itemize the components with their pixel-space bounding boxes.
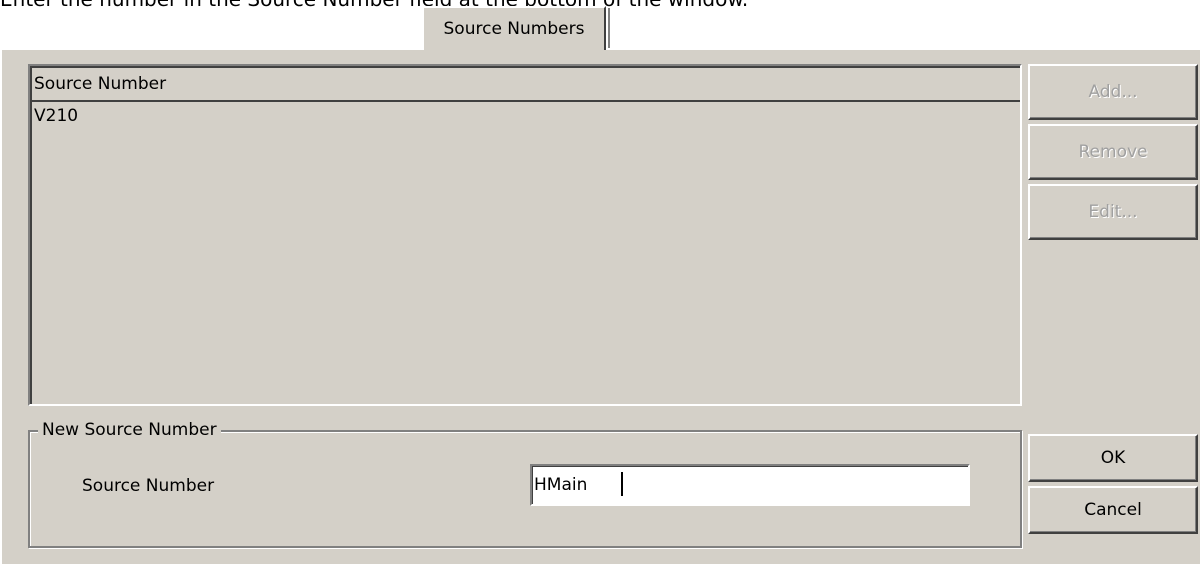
- ok-button[interactable]: OK: [1028, 434, 1198, 482]
- tab-source-numbers[interactable]: Source Numbers: [422, 6, 610, 50]
- tab-panel-source-numbers: Source Number V210 Add... Remove Edit...…: [0, 48, 1200, 564]
- add-button[interactable]: Add...: [1028, 64, 1198, 120]
- text-caret: [621, 472, 623, 496]
- source-number-input[interactable]: [530, 464, 970, 506]
- source-number-list[interactable]: Source Number V210: [28, 64, 1022, 406]
- edit-button[interactable]: Edit...: [1028, 184, 1198, 240]
- column-header-source-number[interactable]: Source Number: [32, 68, 1020, 102]
- group-title: New Source Number: [38, 418, 221, 442]
- list-item[interactable]: V210: [32, 102, 1020, 130]
- cancel-button[interactable]: Cancel: [1028, 486, 1198, 534]
- new-source-number-group: New Source Number Source Number: [28, 418, 1022, 548]
- remove-button[interactable]: Remove: [1028, 124, 1198, 180]
- tab-strip: Source Numbers: [0, 0, 1200, 50]
- source-number-label: Source Number: [82, 476, 215, 496]
